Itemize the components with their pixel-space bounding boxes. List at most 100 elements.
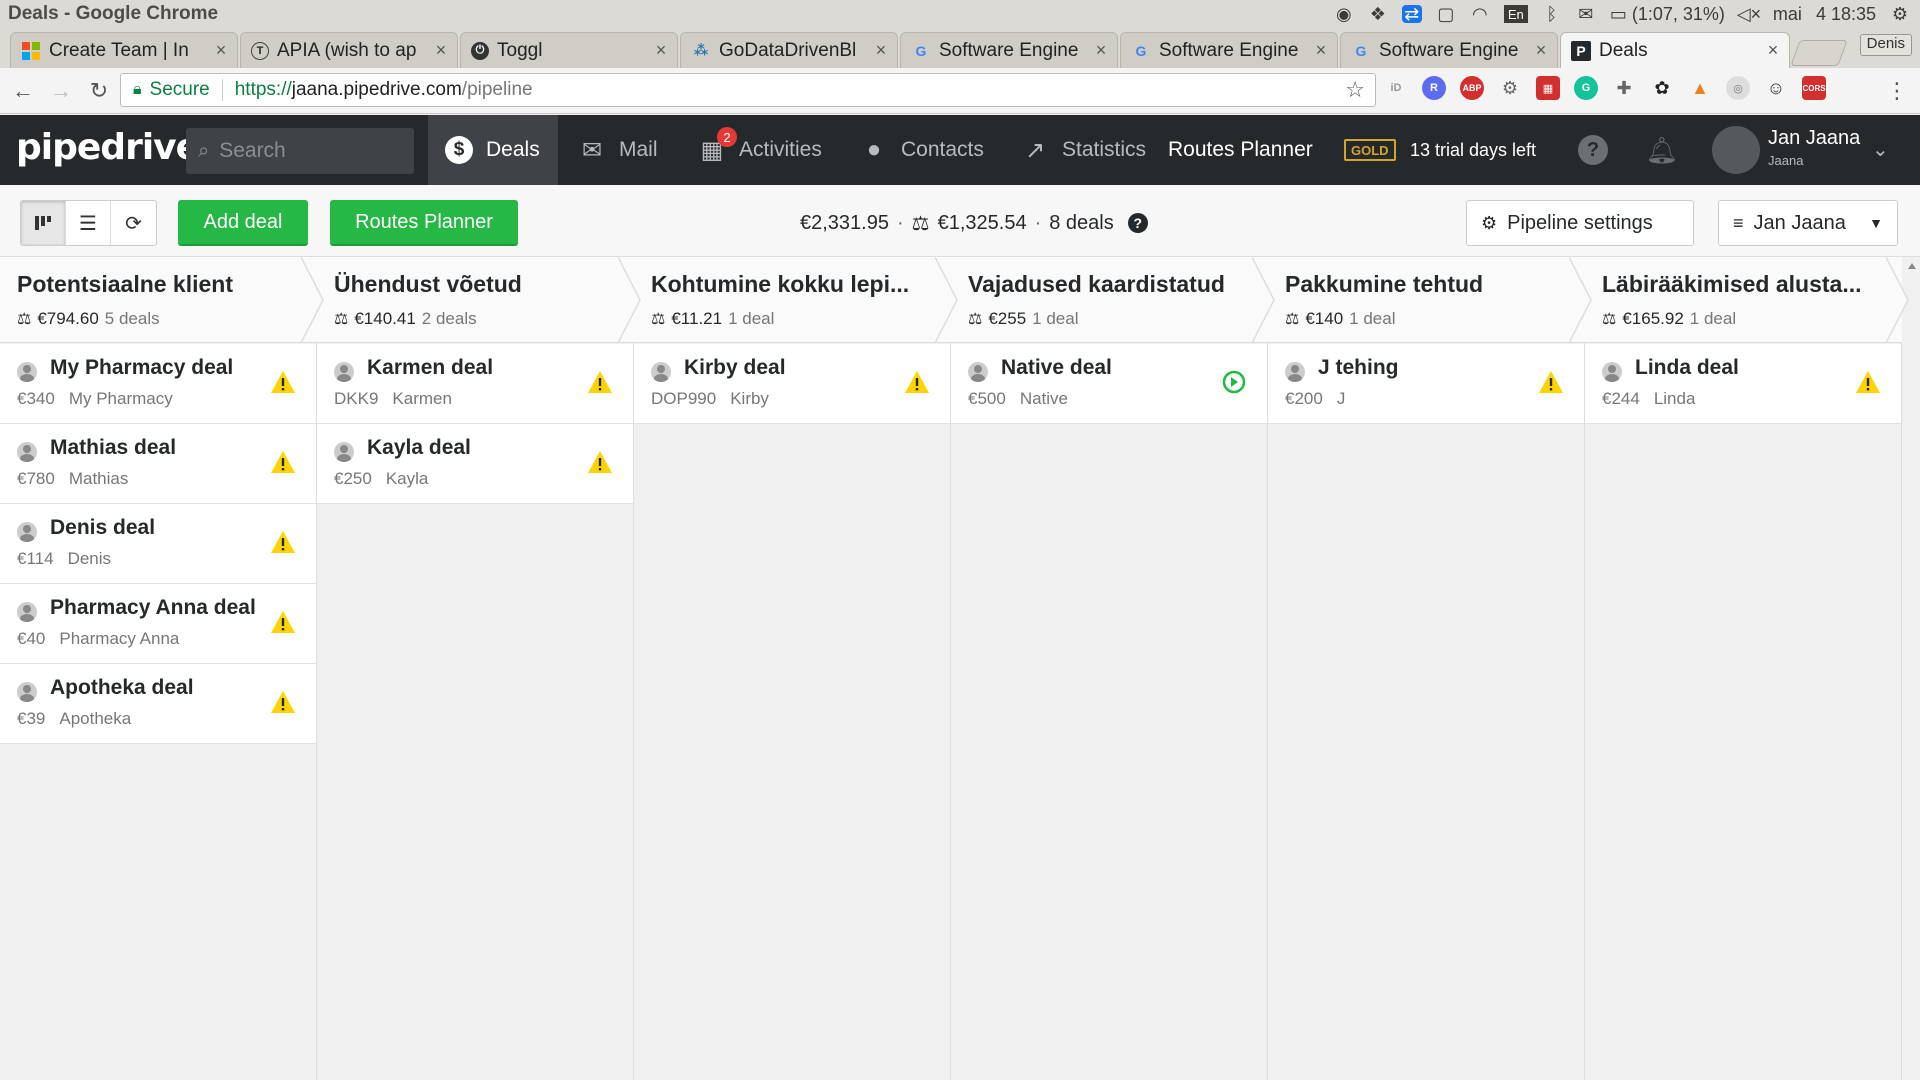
stage-header[interactable]: Potentsiaalne klient ⚖ €794.60 5 deals [0, 257, 324, 343]
close-icon[interactable]: × [433, 40, 449, 61]
clock-time[interactable]: 4 18:35 [1816, 4, 1876, 25]
todo-extension-icon[interactable]: ▦ [1536, 76, 1560, 100]
id-extension-icon[interactable]: iD [1384, 76, 1408, 100]
help-icon[interactable]: ? [1578, 135, 1608, 165]
avatar[interactable] [1712, 126, 1760, 174]
puzzle-extension-icon[interactable]: ✚ [1612, 76, 1636, 100]
forward-arrow-icon[interactable]: → [46, 76, 76, 106]
browser-tab[interactable]: G Software Engine × [900, 32, 1118, 68]
browser-tab[interactable]: ⏻ Toggl × [460, 32, 678, 68]
nav-routes-planner[interactable]: Routes Planner [1152, 115, 1329, 185]
close-icon[interactable]: × [1313, 40, 1329, 61]
deal-card[interactable]: Mathias deal €780 Mathias [0, 424, 316, 504]
bookmark-star-icon[interactable]: ☆ [1345, 77, 1365, 103]
pipeline-view-icon[interactable] [21, 201, 66, 245]
browser-tab[interactable]: T APIA (wish to ap × [240, 32, 458, 68]
mail-icon[interactable]: ✉ [1576, 4, 1596, 24]
bluetooth-icon[interactable]: ᛒ [1542, 4, 1562, 24]
routes-planner-button[interactable]: Routes Planner [330, 200, 518, 246]
warning-icon[interactable] [904, 369, 930, 395]
stage-header[interactable]: Pakkumine tehtud ⚖ €140 1 deal [1268, 257, 1592, 343]
monkey-extension-icon[interactable]: ✿ [1650, 76, 1674, 100]
address-bar[interactable]: 🔒︎ Secure https:// jaana.pipedrive.com /… [120, 73, 1376, 107]
stage-header[interactable]: Läbirääkimised alusta... ⚖ €165.92 1 deal [1585, 257, 1909, 343]
close-icon[interactable]: × [873, 40, 889, 61]
deal-card[interactable]: Pharmacy Anna deal €40 Pharmacy Anna [0, 584, 316, 664]
deal-card[interactable]: Kirby deal DOP990 Kirby [634, 344, 950, 424]
forecast-view-icon[interactable]: ⟳ [111, 201, 156, 245]
wifi-icon[interactable]: ◠ [1470, 4, 1490, 24]
clipboard-icon[interactable]: ▢ [1436, 4, 1456, 24]
clock-day[interactable]: mai [1773, 4, 1802, 25]
adblock-icon[interactable]: ABP [1460, 76, 1484, 100]
search-input[interactable]: ⌕ Search [186, 128, 414, 174]
close-icon[interactable]: × [1533, 40, 1549, 61]
stage-header[interactable]: Kohtumine kokku lepi... ⚖ €11.21 1 deal [634, 257, 958, 343]
browser-tab[interactable]: G Software Engine × [1340, 32, 1558, 68]
warning-icon[interactable] [1855, 369, 1881, 395]
grammarly-icon[interactable]: G [1574, 76, 1598, 100]
stage-header[interactable]: Ühendust võetud ⚖ €140.41 2 deals [317, 257, 641, 343]
nav-mail[interactable]: ✉ Mail [561, 115, 674, 185]
warning-icon[interactable] [587, 449, 613, 475]
profile-button[interactable]: Denis [1859, 34, 1912, 56]
deal-card[interactable]: Kayla deal €250 Kayla [317, 424, 633, 504]
add-deal-button[interactable]: Add deal [178, 200, 308, 246]
scrollbar[interactable] [1904, 257, 1920, 1080]
browser-tab[interactable]: ⁂ GoDataDrivenBl × [680, 32, 898, 68]
warning-icon[interactable] [587, 369, 613, 395]
r-extension-icon[interactable]: R [1422, 76, 1446, 100]
close-icon[interactable]: × [653, 40, 669, 61]
warning-icon[interactable] [270, 609, 296, 635]
deal-card[interactable]: My Pharmacy deal €340 My Pharmacy [0, 344, 316, 424]
stage-header[interactable]: Vajadused kaardistatud ⚖ €255 1 deal [951, 257, 1275, 343]
dropbox-icon[interactable]: ❖ [1368, 4, 1388, 24]
volume-icon[interactable]: ◁× [1737, 4, 1761, 24]
deal-card[interactable]: J tehing €200 J [1268, 344, 1584, 424]
deal-card[interactable]: Native deal €500 Native [951, 344, 1267, 424]
browser-tab[interactable]: G Software Engine × [1120, 32, 1338, 68]
next-activity-icon[interactable] [1221, 369, 1247, 395]
help-icon[interactable]: ? [1127, 213, 1148, 233]
battery-status[interactable]: ▭ (1:07, 31%) [1610, 4, 1725, 25]
cors-extension-icon[interactable]: CORS [1802, 76, 1826, 100]
sync-icon[interactable]: ◉ [1334, 4, 1354, 24]
list-view-icon[interactable]: ☰ [66, 201, 111, 245]
keyboard-lang[interactable]: En [1503, 5, 1528, 23]
pipedrive-logo[interactable]: pipedrive [16, 127, 200, 168]
gear-extension-icon[interactable]: ⚙ [1498, 76, 1522, 100]
deal-card[interactable]: Denis deal €114 Denis [0, 504, 316, 584]
fox-extension-icon[interactable]: ▲ [1688, 76, 1712, 100]
close-icon[interactable]: × [213, 40, 229, 61]
user-filter-dropdown[interactable]: ≡ Jan Jaana ▼ [1718, 200, 1898, 246]
circle-extension-icon[interactable]: ◎ [1726, 76, 1750, 100]
teamviewer-icon[interactable]: ⇄ [1401, 4, 1422, 24]
nav-activities[interactable]: ▦ 2 Activities [681, 115, 838, 185]
deal-card[interactable]: Apotheka deal €39 Apotheka [0, 664, 316, 744]
settings-gear-icon[interactable]: ⚙ [1890, 4, 1910, 24]
warning-icon[interactable] [1538, 369, 1564, 395]
browser-tab[interactable]: Create Team | In × [10, 32, 238, 68]
back-arrow-icon[interactable]: ← [8, 76, 38, 106]
warning-icon[interactable] [270, 369, 296, 395]
close-icon[interactable]: × [1093, 40, 1109, 61]
user-name[interactable]: Jan Jaana [1768, 127, 1860, 150]
kebab-menu-icon[interactable]: ⋮ [1886, 78, 1908, 104]
nav-statistics[interactable]: ↗ Statistics [1004, 115, 1162, 185]
nav-deals[interactable]: $ Deals [428, 115, 558, 185]
browser-tab-active[interactable]: P Deals × [1560, 32, 1790, 68]
warning-icon[interactable] [270, 449, 296, 475]
close-icon[interactable]: × [1765, 40, 1781, 61]
reload-icon[interactable]: ↻ [84, 76, 114, 106]
warning-icon[interactable] [270, 689, 296, 715]
warning-icon[interactable] [270, 529, 296, 555]
cat-extension-icon[interactable]: ☺ [1764, 76, 1788, 100]
bell-icon[interactable]: 🔔︎ [1646, 133, 1679, 167]
deal-card[interactable]: Karmen deal DKK9 Karmen [317, 344, 633, 424]
new-tab-button[interactable] [1790, 40, 1848, 66]
nav-contacts[interactable]: ● Contacts [843, 115, 1000, 185]
trial-days-text[interactable]: 13 trial days left [1410, 115, 1536, 185]
pipeline-settings-button[interactable]: ⚙ Pipeline settings [1466, 200, 1694, 246]
deal-card[interactable]: Linda deal €244 Linda [1585, 344, 1901, 424]
chevron-down-icon[interactable]: ⌄ [1872, 137, 1889, 162]
